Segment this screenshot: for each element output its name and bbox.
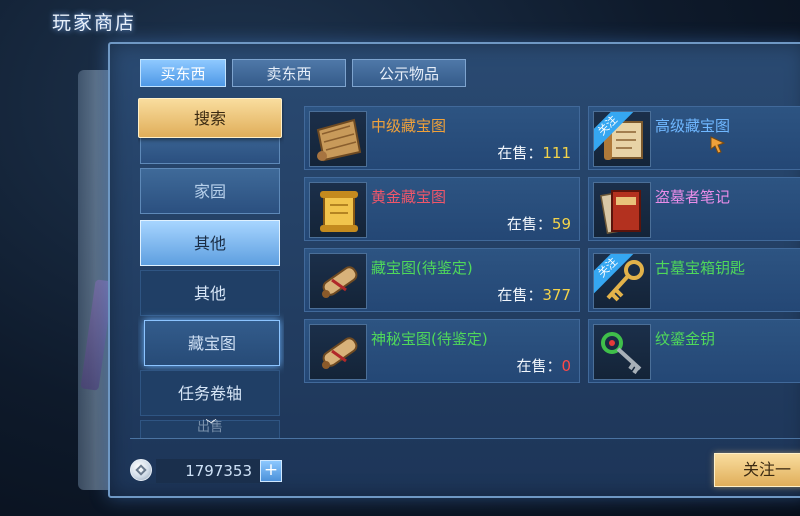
old-treasure-map-icon	[309, 111, 367, 167]
follow-button[interactable]: 关注一	[714, 453, 800, 487]
item-name: 古墓宝箱钥匙	[655, 259, 746, 277]
search-button[interactable]: 搜索	[138, 98, 282, 138]
jade-key-icon	[593, 324, 651, 380]
item-name: 藏宝图(待鉴定)	[371, 259, 473, 277]
page-title: 玩家商店	[52, 12, 137, 34]
item-stock: 在售：59	[507, 213, 571, 234]
item-card[interactable]: 纹鎏金钥	[588, 319, 800, 383]
sidebar-subitem-treasure-map[interactable]: 藏宝图	[144, 320, 280, 366]
category-sidebar: 搜索 生活技能材料 家园 其他 其他 藏宝图 任务卷轴 出售 ﹀	[138, 98, 284, 438]
golden-scroll-icon	[309, 182, 367, 238]
tab-buy[interactable]: 买东西	[140, 59, 226, 87]
silver-coin-icon	[130, 459, 152, 481]
stock-count: 377	[542, 286, 571, 304]
item-card[interactable]: 中级藏宝图 在售：111	[304, 106, 580, 170]
item-name: 黄金藏宝图	[371, 188, 447, 206]
stock-count: 59	[551, 215, 571, 233]
stock-count: 111	[542, 144, 571, 162]
stock-label: 在售：	[497, 144, 543, 162]
currency-balance: 1797353	[156, 459, 260, 483]
stock-label: 在售：	[516, 357, 562, 375]
sidebar-subitem-quest-scroll[interactable]: 任务卷轴	[140, 370, 280, 416]
notebook-icon	[593, 182, 651, 238]
sidebar-item-home[interactable]: 家园	[140, 168, 280, 214]
item-card[interactable]: 藏宝图(待鉴定) 在售：377	[304, 248, 580, 312]
item-card[interactable]: 盗墓者笔记	[588, 177, 800, 241]
item-name: 纹鎏金钥	[655, 330, 716, 348]
item-card[interactable]: 神秘宝图(待鉴定) 在售：0	[304, 319, 580, 383]
tab-public-items[interactable]: 公示物品	[352, 59, 466, 87]
item-name: 盗墓者笔记	[655, 188, 731, 206]
item-card[interactable]: 关注 高级藏宝图	[588, 106, 800, 170]
chevron-down-icon[interactable]: ﹀	[204, 419, 218, 430]
tab-sell[interactable]: 卖东西	[232, 59, 346, 87]
tab-bar: 买东西 卖东西 公示物品	[140, 59, 466, 87]
item-card[interactable]: 关注 古墓宝箱钥匙	[588, 248, 800, 312]
item-stock: 在售：377	[497, 284, 571, 305]
item-stock: 在售：111	[497, 142, 571, 163]
cursor-icon	[710, 136, 726, 154]
add-currency-button[interactable]: +	[260, 460, 282, 482]
item-stock: 在售：0	[516, 355, 571, 376]
wallet-bar: 1797353 + 关注一	[130, 438, 800, 494]
stock-label: 在售：	[506, 215, 552, 233]
sealed-scroll-icon	[309, 324, 367, 380]
stock-label: 在售：	[497, 286, 543, 304]
sidebar-subitem-other[interactable]: 其他	[140, 270, 280, 316]
item-name: 神秘宝图(待鉴定)	[371, 330, 488, 348]
sidebar-item-other[interactable]: 其他	[140, 220, 280, 266]
golden-key-icon: 关注	[593, 253, 651, 309]
sealed-scroll-icon	[309, 253, 367, 309]
item-name: 中级藏宝图	[371, 117, 447, 135]
rolled-treasure-map-icon: 关注	[593, 111, 651, 167]
shop-panel: 买东西 卖东西 公示物品 搜索 生活技能材料 家园 其他 其他 藏宝图 任务卷轴…	[108, 42, 800, 498]
stock-count: 0	[561, 357, 571, 375]
item-name: 高级藏宝图	[655, 117, 731, 135]
item-card[interactable]: 黄金藏宝图 在售：59	[304, 177, 580, 241]
